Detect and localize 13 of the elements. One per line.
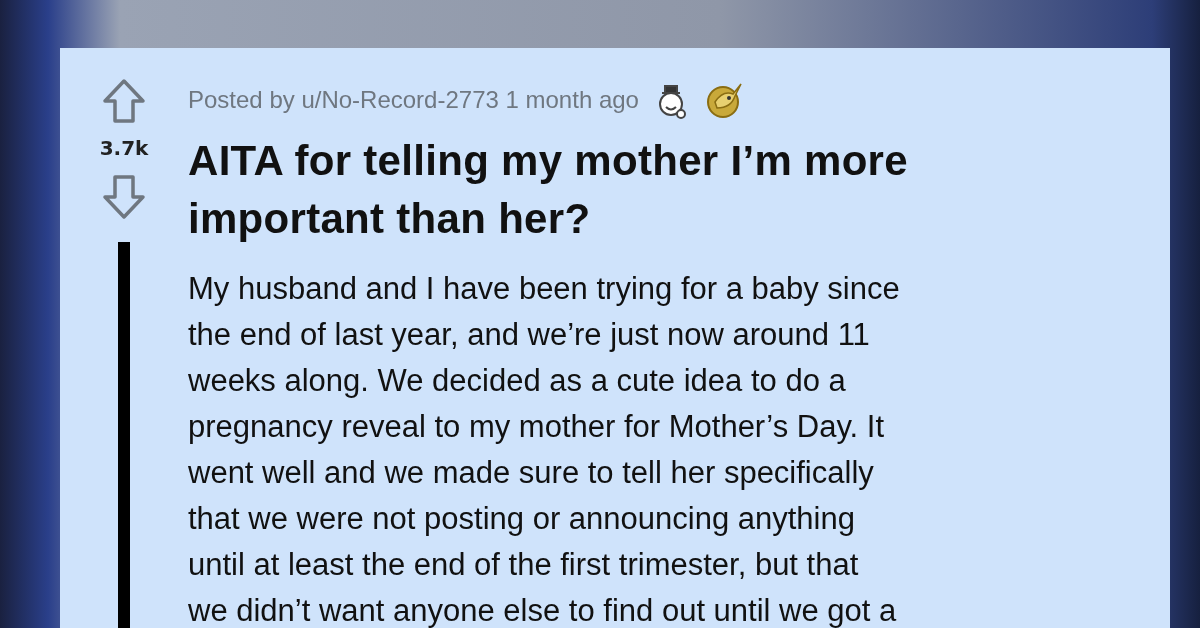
body-text-line: the end of last year, and we’re just now around 11 bbox=[188, 316, 871, 354]
body-text-line: we didn’t want anyone else to find out until we got a bbox=[188, 592, 898, 628]
post-meta: Posted by u/No-Record-2773 1 month ago bbox=[188, 86, 639, 114]
post-title[interactable]: AITA for telling my mother I’m more important than her? bbox=[188, 132, 1088, 248]
body-text-line: until at least the end of the first trimester, but that bbox=[188, 546, 860, 584]
downvote-icon[interactable] bbox=[102, 174, 146, 220]
upvote-icon[interactable] bbox=[102, 78, 146, 124]
body-text-line: that we were not posting or announcing anything bbox=[188, 500, 856, 538]
vote-count: 3.7k bbox=[99, 136, 149, 160]
body-text-line: weeks along. We decided as a cute idea to do a bbox=[188, 362, 847, 400]
body-text-line: pregnancy reveal to my mother for Mother’s Day. It bbox=[188, 408, 886, 446]
body-text-line: went well and we made sure to tell her specifically bbox=[188, 454, 875, 492]
body-text-line: My husband and I have been trying for a baby since bbox=[188, 270, 901, 308]
